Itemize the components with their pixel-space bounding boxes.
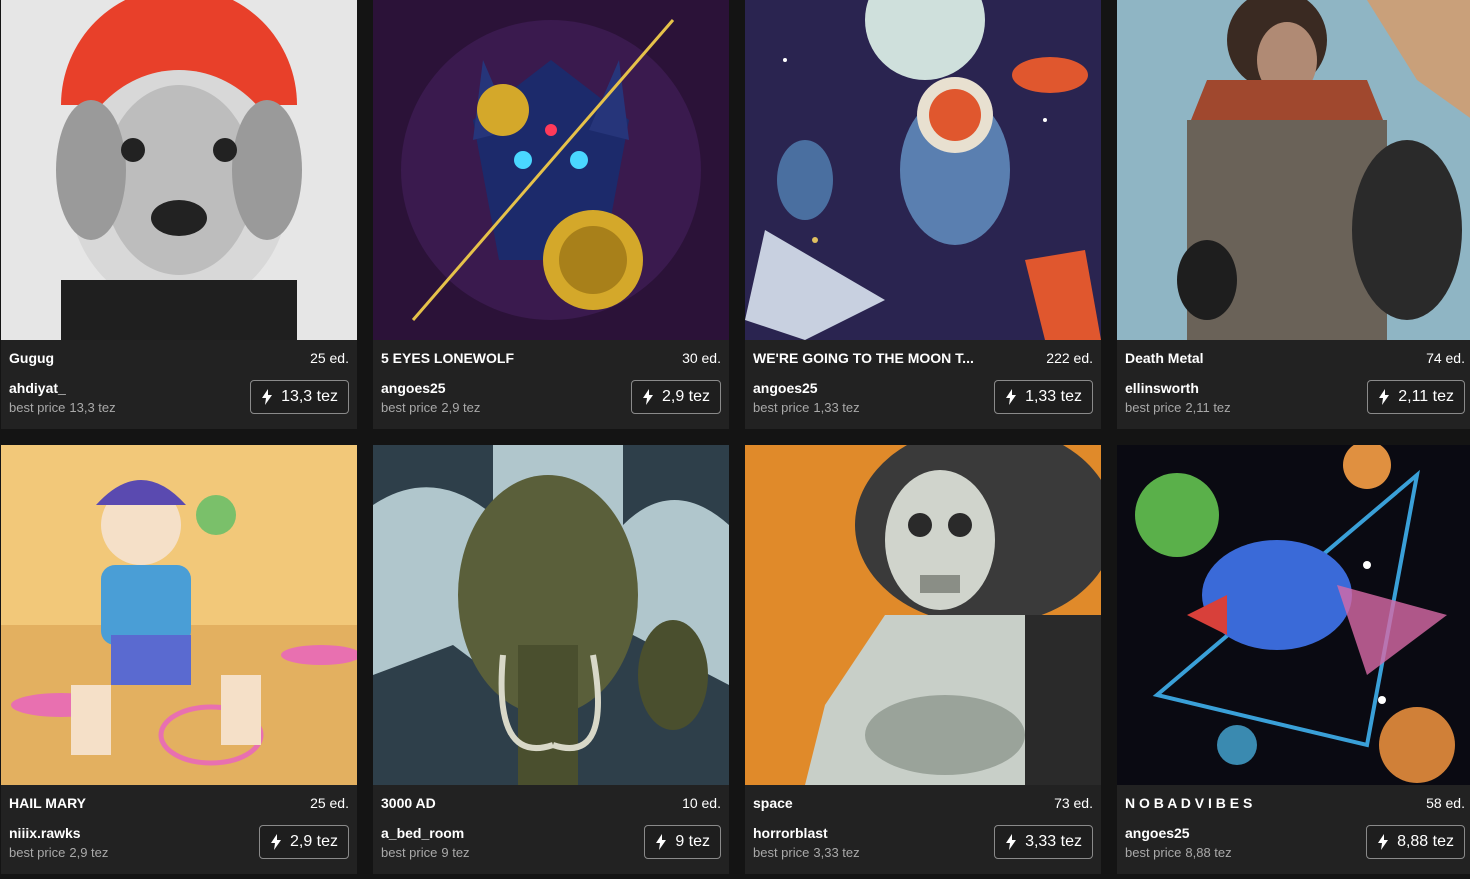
edition-count: 74 ed.: [1426, 350, 1465, 366]
artwork-image-tennis-player: [1, 445, 357, 785]
artwork-image-astronaut: [745, 0, 1101, 340]
buy-price: 13,3 tez: [281, 388, 338, 405]
artwork-thumbnail[interactable]: [1, 0, 357, 340]
artwork-title[interactable]: 5 EYES LONEWOLF: [381, 350, 514, 366]
edition-count: 25 ed.: [310, 350, 349, 366]
artwork-thumbnail[interactable]: [745, 0, 1101, 340]
best-price-label: best price: [753, 845, 810, 860]
buy-button[interactable]: 2,9 tez: [258, 825, 349, 859]
best-price-label: best price: [381, 845, 438, 860]
buy-button[interactable]: 2,9 tez: [630, 380, 721, 414]
edition-count: 10 ed.: [682, 795, 721, 811]
buy-button[interactable]: 2,11 tez: [1367, 380, 1465, 414]
artwork-card[interactable]: 5 EYES LONEWOLF 30 ed. angoes25 best pri…: [373, 0, 729, 429]
artwork-image-skull-woman: [745, 445, 1101, 785]
artwork-title[interactable]: Death Metal: [1125, 350, 1204, 366]
artwork-title[interactable]: HAIL MARY: [9, 795, 86, 811]
best-price-label: best price: [753, 400, 810, 415]
best-price-value: 2,11 tez: [1185, 400, 1231, 415]
artwork-card[interactable]: 3000 AD 10 ed. a_bed_room best price 9 te…: [373, 445, 729, 874]
artwork-image-shark: [1117, 445, 1470, 785]
artwork-title[interactable]: WE'RE GOING TO THE MOON T...: [753, 350, 974, 366]
artwork-card[interactable]: Gugug 25 ed. ahdiyat_ best price 13,3 tez…: [1, 0, 357, 429]
buy-price: 2,11 tez: [1398, 388, 1454, 405]
artwork-title[interactable]: 3000 AD: [381, 795, 436, 811]
lightning-icon: [1005, 389, 1017, 405]
best-price-label: best price: [1125, 845, 1182, 860]
best-price-value: 2,9 tez: [69, 845, 109, 860]
edition-count: 58 ed.: [1426, 795, 1465, 811]
artwork-thumbnail[interactable]: [745, 445, 1101, 785]
edition-count: 222 ed.: [1046, 350, 1093, 366]
artwork-thumbnail[interactable]: [1, 445, 357, 785]
artwork-image-dog: [1, 0, 357, 340]
best-price-label: best price: [9, 400, 66, 415]
artwork-image-wolf: [373, 0, 729, 340]
best-price-label: best price: [381, 400, 438, 415]
artwork-image-warrior: [1117, 0, 1470, 340]
artwork-card[interactable]: WE'RE GOING TO THE MOON T... 222 ed. ang…: [745, 0, 1101, 429]
buy-button[interactable]: 13,3 tez: [250, 380, 349, 414]
best-price-value: 8,88 tez: [1185, 845, 1232, 860]
artwork-card[interactable]: space 73 ed. horrorblast best price 3,33 …: [745, 445, 1101, 874]
lightning-icon: [642, 389, 654, 405]
buy-button[interactable]: 3,33 tez: [994, 825, 1093, 859]
buy-price: 2,9 tez: [661, 388, 710, 405]
buy-price: 3,33 tez: [1025, 833, 1082, 850]
artwork-title[interactable]: space: [753, 795, 793, 811]
buy-button[interactable]: 9 tez: [644, 825, 721, 859]
buy-price: 1,33 tez: [1025, 388, 1082, 405]
artwork-card[interactable]: N O B A D V I B E S 58 ed. angoes25 best…: [1117, 445, 1470, 874]
best-price-value: 9 tez: [441, 845, 470, 860]
buy-price: 9 tez: [675, 833, 710, 850]
artwork-grid: Gugug 25 ed. ahdiyat_ best price 13,3 tez…: [0, 0, 1470, 874]
buy-button[interactable]: 1,33 tez: [994, 380, 1093, 414]
best-price-value: 13,3 tez: [69, 400, 116, 415]
artwork-card[interactable]: HAIL MARY 25 ed. niiix.rawks best price 2…: [1, 445, 357, 874]
artwork-image-mammoth: [373, 445, 729, 785]
buy-price: 2,9 tez: [289, 833, 338, 850]
artwork-thumbnail[interactable]: [1117, 445, 1470, 785]
lightning-icon: [1378, 389, 1390, 405]
artwork-title[interactable]: N O B A D V I B E S: [1125, 795, 1252, 811]
artwork-thumbnail[interactable]: [373, 0, 729, 340]
buy-price: 8,88 tez: [1397, 833, 1454, 850]
lightning-icon: [1377, 834, 1389, 850]
lightning-icon: [1005, 834, 1017, 850]
buy-button[interactable]: 8,88 tez: [1366, 825, 1465, 859]
best-price-value: 1,33 tez: [813, 400, 860, 415]
lightning-icon: [261, 389, 273, 405]
lightning-icon: [655, 834, 667, 850]
edition-count: 73 ed.: [1054, 795, 1093, 811]
artwork-card[interactable]: Death Metal 74 ed. ellinsworth best pric…: [1117, 0, 1470, 429]
edition-count: 25 ed.: [310, 795, 349, 811]
artwork-title[interactable]: Gugug: [9, 350, 54, 366]
best-price-value: 2,9 tez: [441, 400, 481, 415]
lightning-icon: [270, 834, 282, 850]
edition-count: 30 ed.: [682, 350, 721, 366]
best-price-label: best price: [1125, 400, 1182, 415]
artwork-thumbnail[interactable]: [373, 445, 729, 785]
best-price-label: best price: [9, 845, 66, 860]
best-price-value: 3,33 tez: [813, 845, 860, 860]
artwork-thumbnail[interactable]: [1117, 0, 1470, 340]
